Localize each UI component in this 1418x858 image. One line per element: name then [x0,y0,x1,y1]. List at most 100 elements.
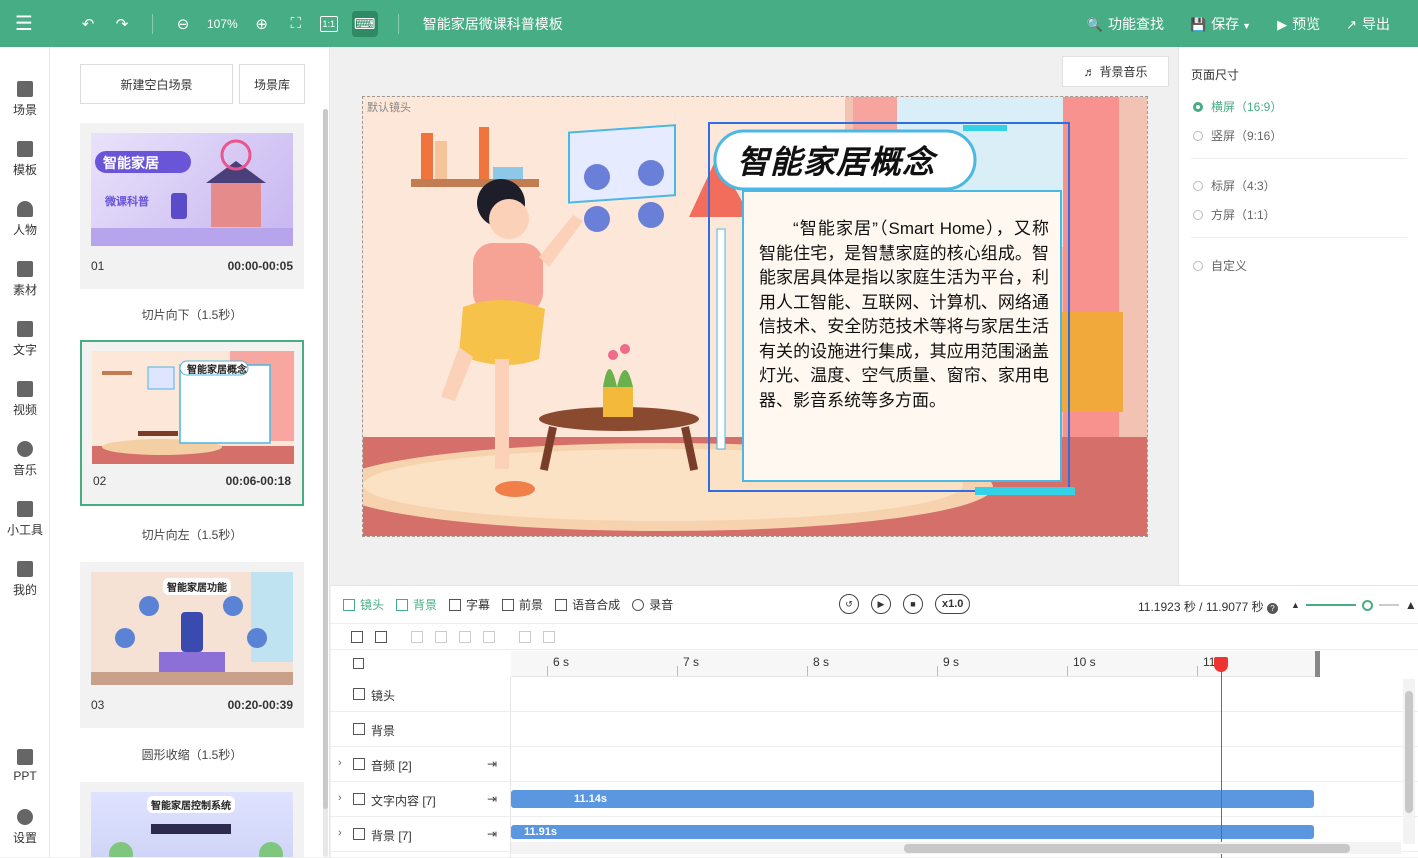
zoom-slider-handle[interactable] [1361,599,1373,611]
ruler-label: 10 s [1073,655,1096,669]
timeline-horizontal-scrollbar[interactable] [511,842,1401,854]
chevron-right-icon[interactable]: › [338,827,342,839]
slide-body-text[interactable]: “智能家居”（Smart Home），又称智能住宅，是智慧家庭的核心组成。智能家… [759,217,1049,413]
nav-material[interactable]: 素材 [0,261,50,298]
slide-title[interactable]: 智能家居概念 [737,137,935,183]
track-camera[interactable]: 镜头 [331,677,1418,712]
zoom-in-mountain-icon[interactable]: ▲ [1405,598,1417,612]
group-icon[interactable] [375,631,387,643]
scrollbar-thumb[interactable] [904,844,1350,853]
waveform-icon [555,598,568,611]
scene-transition[interactable]: 切片向左（1.5秒） [80,526,304,543]
keyboard-icon[interactable]: ⌨ [351,10,378,37]
nav-tools[interactable]: 小工具 [0,501,50,538]
nav-text[interactable]: 文字 [0,321,50,358]
scene-card-02[interactable]: 智能家居概念 02 00:06-00:18 [80,340,304,506]
radio-square[interactable]: 方屏（1:1） [1193,206,1276,223]
nav-video[interactable]: 视频 [0,381,50,418]
menu-icon[interactable]: ☰ [0,0,48,47]
actual-size-button[interactable]: 1:1 [319,15,338,32]
scene-panel-scrollbar[interactable] [323,109,328,857]
nav-settings[interactable]: 设置 [0,809,50,846]
ppt-icon [17,749,33,765]
tab-foreground[interactable]: 前景 [502,596,543,613]
background-clip[interactable]: 11.91s [511,825,1314,839]
expand-track-icon[interactable]: ⇥ [487,757,497,771]
ruler-tick [807,666,808,676]
filter-icon[interactable] [351,631,363,643]
zoom-out-icon[interactable]: ⊖ [173,12,193,36]
zoom-out-mountain-icon[interactable]: ▲ [1291,600,1300,610]
scene-icon [17,81,33,97]
playhead-handle[interactable] [1214,657,1228,672]
nav-template[interactable]: 模板 [0,141,50,178]
track-text-content[interactable]: › 文字内容 [7] ⇥ 11.14s [331,782,1418,817]
document-title[interactable]: 智能家居微课科普模板 [423,14,563,34]
stage[interactable]: 默认镜头 智能家居概念 “智能家居”（Smart Home），又称智能住宅，是智… [362,96,1148,537]
feature-search-button[interactable]: 🔍 功能查找 [1087,14,1164,34]
chevron-right-icon[interactable]: › [338,792,342,804]
scene-card-01[interactable]: 智能家居 微课科普 01 00:00-00:05 [80,123,304,289]
background-music-button[interactable]: ♬ 背景音乐 [1062,56,1169,87]
timeline-vertical-scrollbar[interactable] [1403,679,1415,844]
toolbox-icon [17,501,33,517]
speed-button[interactable]: x1.0 [935,594,971,614]
nav-mine[interactable]: 我的 [0,561,50,598]
tab-background[interactable]: 背景 [396,596,437,613]
track-background[interactable]: 背景 [331,712,1418,747]
scene-thumbnail: 智能家居概念 [92,351,294,464]
radio-landscape[interactable]: 横屏（16:9） [1193,98,1282,115]
chevron-right-icon[interactable]: › [338,757,342,769]
distribute-icon[interactable] [483,631,495,643]
zoom-slider-track[interactable] [1305,604,1356,606]
nav-ppt[interactable]: PPT [0,749,50,783]
expand-track-icon[interactable]: ⇥ [487,827,497,841]
new-blank-scene-button[interactable]: 新建空白场景 [80,64,233,104]
align-right-icon[interactable] [459,631,471,643]
text-content-clip[interactable]: 11.14s [511,790,1314,808]
tab-camera[interactable]: 镜头 [343,596,384,613]
scene-transition[interactable]: 切片向下（1.5秒） [80,306,304,323]
zoom-in-icon[interactable]: ⊕ [252,12,272,36]
nav-music[interactable]: 音乐 [0,441,50,478]
scene-card-03[interactable]: 智能家居功能 03 00:20-00:39 [80,562,304,728]
scene-transition[interactable]: 圆形收缩（1.5秒） [80,746,304,763]
grid-icon[interactable] [353,658,364,669]
radio-standard[interactable]: 标屏（4:3） [1193,177,1276,194]
scene-thumbnail: 智能家居控制系统 [91,792,293,857]
scene-card-04[interactable]: 智能家居控制系统 [80,782,304,857]
play-icon[interactable]: ▶ [871,594,891,614]
track-audio[interactable]: › 音频 [2] ⇥ [331,747,1418,782]
scrollbar-thumb[interactable] [1405,691,1413,813]
radio-portrait[interactable]: 竖屏（9:16） [1193,127,1282,144]
save-button[interactable]: 💾 保存 ▼ [1190,14,1251,34]
undo-icon[interactable]: ↶ [78,12,98,36]
zoom-slider-track-rest[interactable] [1378,604,1399,606]
preview-button[interactable]: ▶ 预览 [1277,14,1320,34]
redo-icon[interactable]: ↷ [112,12,132,36]
align-center-icon[interactable] [435,631,447,643]
fullscreen-icon[interactable]: ⛶ [286,12,306,36]
scene-library-button[interactable]: 场景库 [239,64,305,104]
tab-record[interactable]: 录音 [632,596,673,613]
ruler-tick [1067,666,1068,676]
scrollbar-thumb[interactable] [323,109,328,809]
nav-scene[interactable]: 场景 [0,81,50,118]
thumb-title: 智能家居功能 [163,578,231,595]
stop-icon[interactable]: ■ [903,594,923,614]
time-ruler[interactable]: 6 s 7 s 8 s 9 s 10 s 11 [511,651,1418,677]
expand-track-icon[interactable]: ⇥ [487,792,497,806]
unlink-icon[interactable] [543,631,555,643]
link-icon[interactable] [519,631,531,643]
export-button[interactable]: ↗ 导出 [1346,14,1390,34]
video-icon [17,381,33,397]
properties-panel: 页面尺寸 横屏（16:9） 竖屏（9:16） 标屏（4:3） 方屏（1:1） 自… [1178,47,1418,585]
radio-custom[interactable]: 自定义 [1193,257,1247,274]
thumb-title: 智能家居控制系统 [147,796,235,813]
replay-icon[interactable]: ↺ [839,594,859,614]
tab-tts[interactable]: 语音合成 [555,596,620,613]
align-left-icon[interactable] [411,631,423,643]
nav-character[interactable]: 人物 [0,201,50,238]
help-icon[interactable]: ? [1267,603,1278,614]
tab-subtitle[interactable]: 字幕 [449,596,490,613]
